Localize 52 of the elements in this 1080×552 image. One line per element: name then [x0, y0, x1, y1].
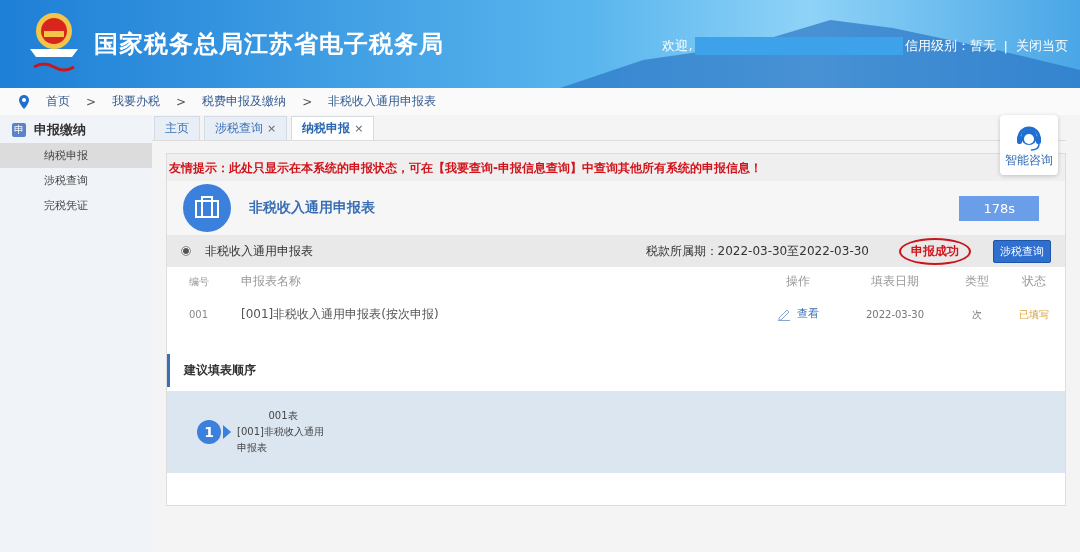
table-cell-text: 001: [188, 308, 210, 323]
breadcrumb-separator: >: [176, 94, 187, 109]
sidebar-title: 申报缴纳: [34, 121, 86, 139]
help-widget[interactable]: 智能咨询: [1000, 115, 1058, 175]
step-arrow-icon: [223, 424, 231, 439]
group-name: 非税收入通用申报表: [205, 242, 314, 260]
radio-button[interactable]: [181, 246, 191, 256]
breadcrumb-separator: >: [86, 94, 97, 109]
column-header: 类型: [964, 273, 990, 290]
tab-label: 涉税查询: [215, 120, 263, 137]
table-cell-text: 2022-03-30: [864, 308, 926, 323]
column-header: 操作: [785, 273, 811, 290]
separator-text: |: [1003, 38, 1008, 54]
column-header: 填表日期: [870, 273, 920, 290]
breadcrumb-link[interactable]: 我要办税: [112, 93, 161, 110]
step-name: [001]非税收入通用申报表: [237, 424, 325, 455]
welcome-text: 欢迎,: [662, 37, 693, 55]
breadcrumb-link[interactable]: 税费申报及缴纳: [202, 93, 287, 110]
credit-level-text: 信用级别：暂无: [904, 37, 996, 55]
help-label: 智能咨询: [1005, 151, 1053, 169]
breadcrumb-link[interactable]: 首页: [46, 93, 70, 110]
step-code: 001表: [268, 408, 298, 423]
column-header: 申报表名称: [240, 273, 302, 290]
tab[interactable]: 纳税申报 ×: [291, 116, 375, 140]
table-cell-text: [001]非税收入通用申报表(按次申报): [240, 306, 440, 324]
column-header: 编号: [188, 274, 210, 289]
close-icon[interactable]: ×: [267, 122, 277, 135]
breadcrumb-link[interactable]: 非税收入通用申报表: [328, 93, 437, 110]
query-button[interactable]: 涉税查询: [993, 239, 1051, 263]
section-badge-icon: 申: [12, 123, 26, 137]
view-link[interactable]: 查看: [777, 306, 819, 321]
form-title: 非税收入通用申报表: [249, 199, 376, 217]
column-header: 状态: [1021, 273, 1047, 290]
sidebar-item[interactable]: 纳税申报: [0, 143, 152, 168]
site-title: 国家税务总局江苏省电子税务局: [94, 29, 444, 60]
table-cell-text: 已填写: [1018, 307, 1050, 322]
sidebar-item[interactable]: 涉税查询: [0, 168, 152, 193]
period-text: 税款所属期：2022-03-30至2022-03-30: [645, 242, 869, 260]
tab-label: 主页: [165, 120, 189, 137]
location-pin-icon: [18, 94, 30, 109]
breadcrumb-separator: >: [302, 94, 313, 109]
close-icon[interactable]: ×: [354, 122, 364, 135]
tab[interactable]: 主页: [154, 116, 200, 140]
tab-label: 纳税申报: [302, 120, 351, 137]
tab[interactable]: 涉税查询 ×: [204, 116, 288, 140]
countdown-timer: 178s: [959, 195, 1039, 221]
section-heading: 建议填表顺序: [167, 353, 1065, 387]
status-text: 申报成功: [899, 237, 971, 265]
briefcase-icon: [183, 184, 231, 232]
table-cell-text: 次: [971, 307, 983, 322]
sidebar-item[interactable]: 完税凭证: [0, 193, 152, 218]
step-number-badge: 1: [197, 419, 221, 444]
